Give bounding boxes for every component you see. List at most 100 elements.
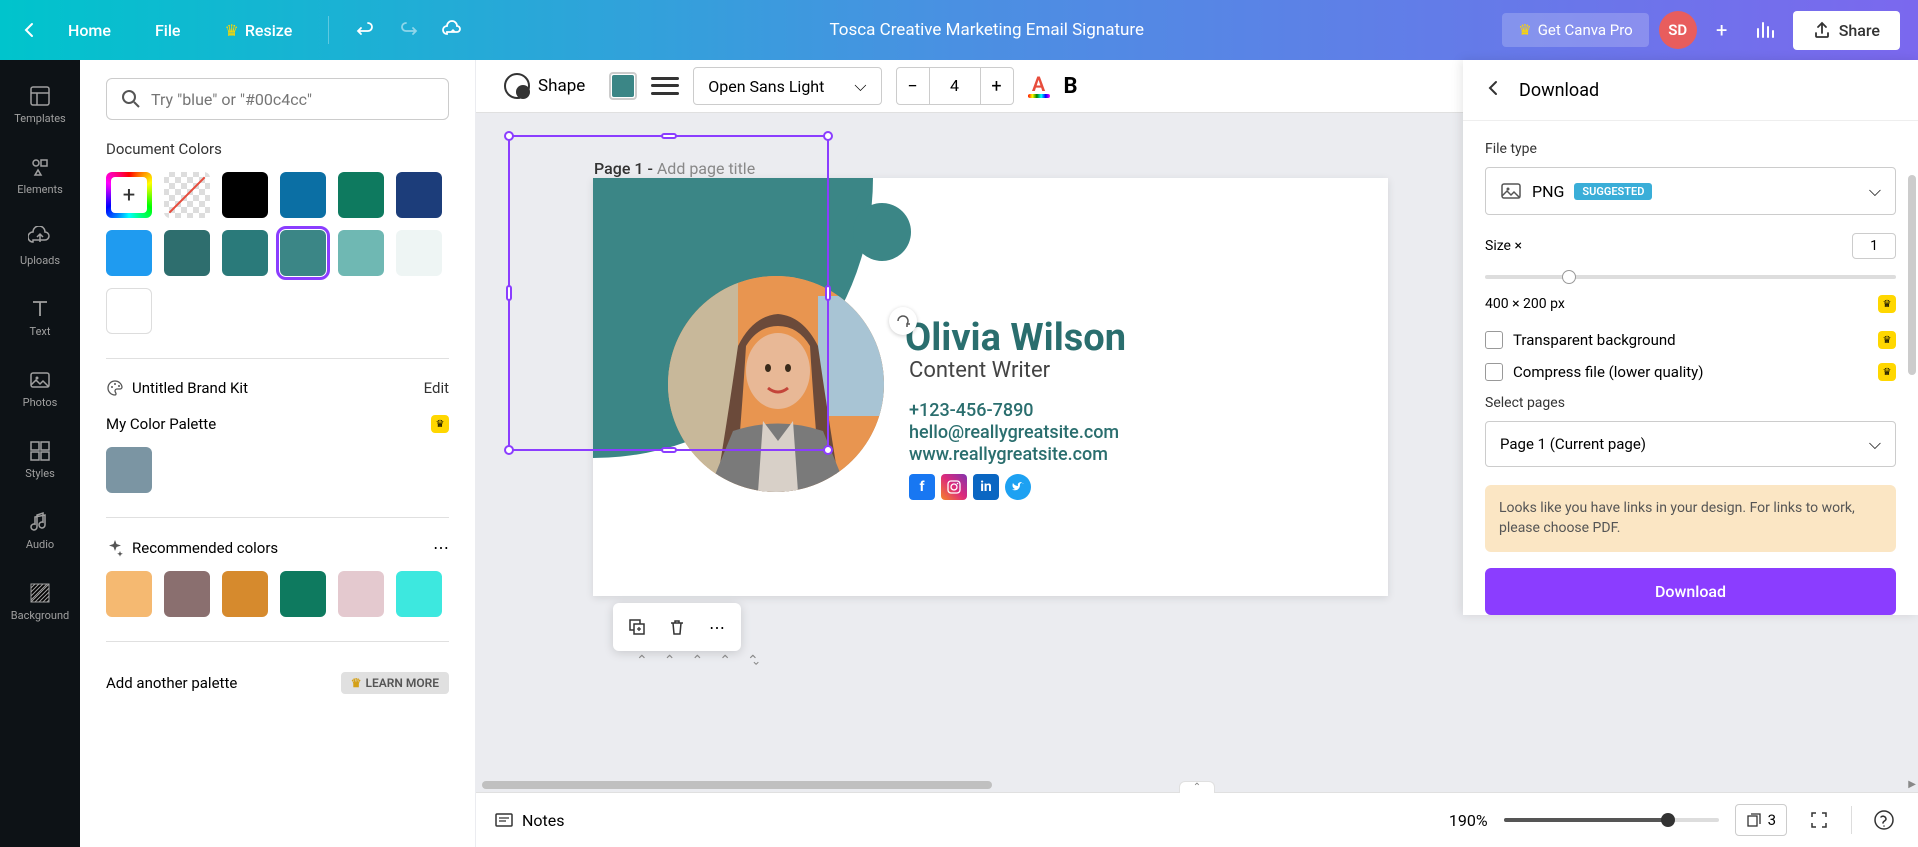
color-swatch[interactable]: [222, 230, 268, 276]
recommended-title: Recommended colors: [132, 539, 278, 557]
color-swatch[interactable]: [164, 230, 210, 276]
color-swatch[interactable]: [338, 172, 384, 218]
user-avatar[interactable]: SD: [1659, 11, 1697, 49]
duplicate-button[interactable]: [621, 611, 653, 643]
panel-scrollbar[interactable]: [1908, 175, 1916, 375]
download-button[interactable]: Download: [1485, 568, 1896, 615]
page-label[interactable]: Page 1 - Add page title: [594, 159, 755, 178]
signature-title[interactable]: Content Writer: [909, 358, 1050, 383]
share-button[interactable]: Share: [1793, 11, 1900, 50]
resize-handle-tr[interactable]: [823, 131, 833, 141]
resize-handle-bl[interactable]: [504, 445, 514, 455]
font-select[interactable]: Open Sans Light ⌵: [693, 67, 881, 105]
more-button[interactable]: ⋯: [433, 538, 449, 557]
size-value[interactable]: 4: [929, 68, 981, 104]
twitter-icon[interactable]: [1005, 474, 1031, 500]
zoom-slider[interactable]: [1504, 810, 1719, 830]
sidebar-photos[interactable]: Photos: [0, 362, 80, 415]
redo-button[interactable]: [391, 12, 427, 48]
scrollbar-thumb[interactable]: [482, 781, 992, 789]
profile-photo[interactable]: [668, 276, 884, 492]
text-color-button[interactable]: A: [1028, 74, 1050, 98]
help-button[interactable]: [1868, 804, 1900, 836]
file-button[interactable]: File: [137, 13, 199, 48]
sidebar-styles[interactable]: Styles: [0, 433, 80, 486]
page-count-button[interactable]: 3: [1735, 804, 1787, 836]
color-swatch[interactable]: [396, 172, 442, 218]
color-swatch[interactable]: [338, 230, 384, 276]
sidebar-audio[interactable]: Audio: [0, 504, 80, 557]
color-swatch[interactable]: [106, 230, 152, 276]
pages-select[interactable]: Page 1 (Current page) ⌵: [1485, 421, 1896, 467]
delete-button[interactable]: [661, 611, 693, 643]
color-swatch[interactable]: [280, 172, 326, 218]
color-swatch[interactable]: [396, 571, 442, 617]
decrement-button[interactable]: −: [897, 68, 929, 104]
get-pro-button[interactable]: ♛ Get Canva Pro: [1502, 13, 1648, 47]
add-color-button[interactable]: [106, 172, 152, 218]
color-swatch[interactable]: [164, 571, 210, 617]
color-swatch[interactable]: [106, 571, 152, 617]
signature-email[interactable]: hello@reallygreatsite.com: [909, 422, 1119, 443]
more-button[interactable]: ⋯: [701, 611, 733, 643]
undo-button[interactable]: [347, 12, 383, 48]
expand-chevron[interactable]: ⌃: [751, 653, 761, 667]
signature-phone[interactable]: +123-456-7890: [909, 400, 1034, 421]
back-button[interactable]: [1485, 78, 1503, 102]
sidebar-templates[interactable]: Templates: [0, 78, 80, 131]
scroll-right-icon[interactable]: ▶: [1908, 779, 1916, 790]
size-input[interactable]: [1852, 233, 1896, 259]
linkedin-icon[interactable]: in: [973, 474, 999, 500]
fill-color-button[interactable]: [609, 72, 637, 100]
file-type-select[interactable]: PNG SUGGESTED ⌵: [1485, 167, 1896, 215]
sidebar-text[interactable]: Text: [0, 291, 80, 344]
edit-brand-kit-link[interactable]: Edit: [424, 379, 449, 397]
shape-button[interactable]: Shape: [494, 67, 595, 105]
compress-checkbox[interactable]: [1485, 363, 1503, 381]
increment-button[interactable]: +: [981, 68, 1013, 104]
size-slider[interactable]: [1485, 267, 1896, 287]
color-swatch[interactable]: [280, 571, 326, 617]
cloud-sync-icon[interactable]: [435, 12, 471, 48]
slider-thumb[interactable]: [1562, 270, 1576, 284]
insights-button[interactable]: [1747, 12, 1783, 48]
select-pages-label: Select pages: [1485, 395, 1896, 411]
signature-name[interactable]: Olivia Wilson: [905, 316, 1126, 360]
sidebar-uploads[interactable]: Uploads: [0, 220, 80, 273]
accent-circle[interactable]: [853, 203, 911, 261]
color-search-input[interactable]: [151, 90, 434, 109]
transparent-checkbox[interactable]: [1485, 331, 1503, 349]
signature-website[interactable]: www.reallygreatsite.com: [909, 444, 1108, 465]
document-title[interactable]: Tosca Creative Marketing Email Signature: [479, 20, 1494, 40]
add-collaborator-button[interactable]: +: [1707, 11, 1737, 49]
instagram-icon[interactable]: [941, 474, 967, 500]
palette-row: My Color Palette ♛: [106, 415, 449, 433]
learn-more-button[interactable]: ♛ LEARN MORE: [341, 672, 449, 694]
collapse-button[interactable]: ⌃: [1179, 781, 1215, 793]
resize-handle-tm[interactable]: [661, 133, 677, 139]
notes-button[interactable]: Notes: [494, 810, 565, 830]
sidebar-elements[interactable]: Elements: [0, 149, 80, 202]
border-style-button[interactable]: [651, 72, 679, 100]
recommended-row: Recommended colors ⋯: [106, 538, 449, 557]
resize-button[interactable]: ♛ Resize: [206, 13, 310, 48]
color-swatch[interactable]: [106, 447, 152, 493]
fullscreen-button[interactable]: [1803, 804, 1835, 836]
sidebar-background[interactable]: Background: [0, 575, 80, 628]
color-swatch[interactable]: [396, 230, 442, 276]
design-canvas[interactable]: Olivia Wilson Content Writer +123-456-78…: [593, 178, 1388, 596]
resize-handle-tl[interactable]: [504, 131, 514, 141]
resize-handle-lm[interactable]: [506, 285, 512, 301]
color-swatch[interactable]: [338, 571, 384, 617]
facebook-icon[interactable]: f: [909, 474, 935, 500]
bold-button[interactable]: B: [1064, 74, 1078, 99]
pdf-warning: Looks like you have links in your design…: [1485, 485, 1896, 552]
back-icon[interactable]: [18, 18, 42, 42]
color-swatch[interactable]: [106, 288, 152, 334]
no-color-swatch[interactable]: [164, 172, 210, 218]
slider-thumb[interactable]: [1661, 813, 1675, 827]
home-button[interactable]: Home: [50, 13, 129, 48]
color-swatch[interactable]: [222, 571, 268, 617]
color-swatch-selected[interactable]: [280, 230, 326, 276]
color-swatch[interactable]: [222, 172, 268, 218]
